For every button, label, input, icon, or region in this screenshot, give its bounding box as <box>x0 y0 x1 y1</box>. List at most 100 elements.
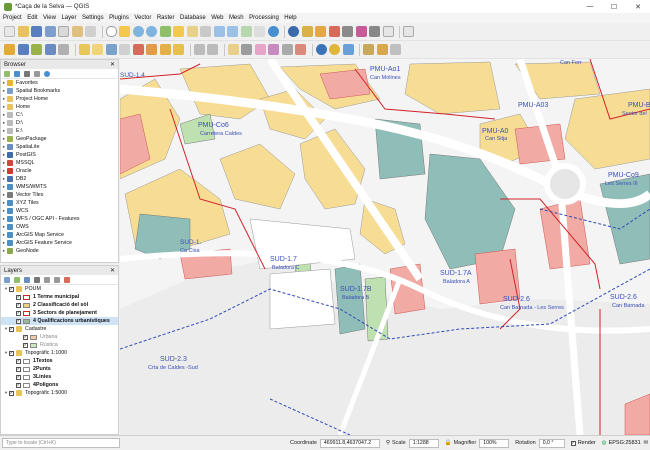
field-calculator-icon[interactable] <box>342 26 353 37</box>
map-svg[interactable]: PMU-Ao1 Can Molines PMU-Co6 Carretera Calde… <box>120 59 650 435</box>
style-panel-icon[interactable] <box>4 276 10 283</box>
close-button[interactable]: ✕ <box>626 0 650 13</box>
browser-item[interactable]: ▸ XYZ Tiles <box>1 199 118 207</box>
messages-icon[interactable]: ✉ <box>644 440 649 446</box>
layer-group-row[interactable]: ▾ ✓ POUM <box>1 285 118 293</box>
text-annotation-icon[interactable] <box>382 26 394 37</box>
crs-label[interactable]: EPSG:25831 <box>609 440 641 446</box>
select-features-icon[interactable] <box>315 26 326 37</box>
menu-view[interactable]: View <box>43 15 56 21</box>
browser-item[interactable]: ▸ ArcGIS Feature Service <box>1 239 118 247</box>
new-project-icon[interactable] <box>4 26 15 37</box>
panel-close-icon[interactable]: ✕ <box>110 61 115 68</box>
browser-item[interactable]: ▸ GeoNode <box>1 247 118 255</box>
new-geopackage-icon[interactable] <box>17 44 29 55</box>
menu-layer[interactable]: Layer <box>61 15 76 21</box>
undo-icon[interactable] <box>193 44 205 55</box>
python-plugin-icon[interactable] <box>329 44 340 55</box>
menu-processing[interactable]: Processing <box>249 15 279 21</box>
layer-row[interactable]: ✓ 1 Terme municipal <box>1 293 118 301</box>
zoom-next-icon[interactable] <box>227 26 238 37</box>
menu-raster[interactable]: Raster <box>157 15 175 21</box>
rotation-spinbox[interactable]: 0,0 ° <box>538 438 565 448</box>
zoom-out-icon[interactable] <box>146 26 157 37</box>
zoom-to-layer-icon[interactable] <box>186 26 198 37</box>
plugin-b-icon[interactable] <box>390 44 401 55</box>
maximize-button[interactable]: ☐ <box>602 0 626 13</box>
map-tips-icon[interactable] <box>403 26 414 37</box>
menu-database[interactable]: Database <box>180 15 206 21</box>
layer-row[interactable]: ✓ 4 Qualificacions urbanístiques <box>1 317 118 325</box>
layer-row[interactable]: ✓ 2 Classificació del sòl <box>1 301 118 309</box>
manage-themes-icon[interactable] <box>24 276 30 283</box>
browser-item[interactable]: ▸ Spatial Bookmarks <box>1 87 118 95</box>
identify-icon[interactable] <box>288 26 299 37</box>
statistics-sum-icon[interactable] <box>355 26 367 37</box>
new-print-layout-icon[interactable] <box>58 26 69 37</box>
save-project-icon[interactable] <box>31 26 42 37</box>
label-move-icon[interactable] <box>268 44 279 55</box>
layer-group-row[interactable]: ▾ ✓ Topogràfic 1:5000 <box>1 389 118 397</box>
menu-web[interactable]: Web <box>211 15 223 21</box>
layer-visibility-checkbox[interactable]: ✓ <box>9 326 14 332</box>
python-console-icon[interactable] <box>315 44 327 55</box>
browser-item[interactable]: ▸ Vector Tiles <box>1 191 118 199</box>
layout-manager-icon[interactable] <box>71 26 83 37</box>
redo-icon[interactable] <box>207 44 218 55</box>
add-group-icon[interactable] <box>14 276 20 283</box>
new-bookmark-icon[interactable] <box>254 26 265 37</box>
layer-group-row[interactable]: ▾ ✓ Cadastre <box>1 325 118 333</box>
menu-project[interactable]: Project <box>3 15 22 21</box>
cut-features-icon[interactable] <box>146 44 157 55</box>
menu-vector[interactable]: Vector <box>134 15 151 21</box>
style-manager-icon[interactable] <box>85 26 96 37</box>
new-shapefile-icon[interactable] <box>31 44 42 55</box>
label-pin-icon[interactable] <box>241 44 252 55</box>
layer-visibility-checkbox[interactable]: ✓ <box>16 358 21 364</box>
layer-row[interactable]: ✓ 2Punts <box>1 365 118 373</box>
zoom-in-icon[interactable] <box>132 26 144 37</box>
layer-group-row[interactable]: ▾ ✓ Topogràfic 1:1000 <box>1 349 118 357</box>
layer-visibility-checkbox[interactable]: ✓ <box>9 286 14 292</box>
label-tool-icon[interactable] <box>227 44 239 55</box>
browser-item[interactable]: ▸ Home <box>1 103 118 111</box>
panel-close-icon[interactable]: ✕ <box>110 267 115 274</box>
vertex-tool-icon[interactable] <box>363 44 374 55</box>
digitize-icon[interactable] <box>119 44 130 55</box>
layer-row[interactable]: ✓ Rústica <box>1 341 118 349</box>
browser-item[interactable]: ▸ MSSQL <box>1 159 118 167</box>
menu-edit[interactable]: Edit <box>27 15 37 21</box>
delete-selected-icon[interactable] <box>132 44 144 55</box>
menu-mesh[interactable]: Mesh <box>229 15 244 21</box>
menu-settings[interactable]: Settings <box>82 15 104 21</box>
layer-visibility-checkbox[interactable]: ✓ <box>23 334 28 340</box>
scale-combobox[interactable]: 1:1288 <box>408 438 439 448</box>
refresh-icon[interactable] <box>267 26 279 37</box>
layer-visibility-checkbox[interactable]: ✓ <box>23 342 28 348</box>
data-source-manager-icon[interactable] <box>4 44 15 55</box>
layer-visibility-checkbox[interactable]: ✓ <box>16 366 21 372</box>
add-layer-icon[interactable] <box>4 70 10 77</box>
layer-row[interactable]: ✓ 4Poligons <box>1 381 118 389</box>
save-as-icon[interactable] <box>44 26 56 37</box>
browser-item[interactable]: ▸ PostGIS <box>1 151 118 159</box>
browser-item[interactable]: ▸ WFS / OGC API - Features <box>1 215 118 223</box>
layer-visibility-checkbox[interactable]: ✓ <box>16 382 21 388</box>
current-edits-icon[interactable] <box>78 44 90 55</box>
browser-item[interactable]: ▸ DB2 <box>1 175 118 183</box>
layer-row[interactable]: ✓ 1Textos <box>1 357 118 365</box>
zoom-native-icon[interactable] <box>200 26 211 37</box>
layer-visibility-checkbox[interactable]: ✓ <box>9 350 14 356</box>
layer-visibility-checkbox[interactable]: ✓ <box>16 310 21 316</box>
paste-features-icon[interactable] <box>173 44 184 55</box>
open-project-icon[interactable] <box>17 26 29 37</box>
filter-legend-icon[interactable] <box>34 276 40 283</box>
label-rotate-icon[interactable] <box>281 44 293 55</box>
expand-all-icon[interactable] <box>44 276 50 283</box>
map-canvas[interactable]: PMU-Ao1 Can Molines PMU-Co6 Carretera Calde… <box>120 59 650 435</box>
filter-icon[interactable] <box>24 70 30 77</box>
crs-icon[interactable]: ◍ <box>602 440 607 446</box>
locator-search-input[interactable]: Type to locate (Ctrl+K) <box>2 438 120 448</box>
browser-item[interactable]: ▸ GeoPackage <box>1 135 118 143</box>
measure-icon[interactable] <box>369 26 380 37</box>
